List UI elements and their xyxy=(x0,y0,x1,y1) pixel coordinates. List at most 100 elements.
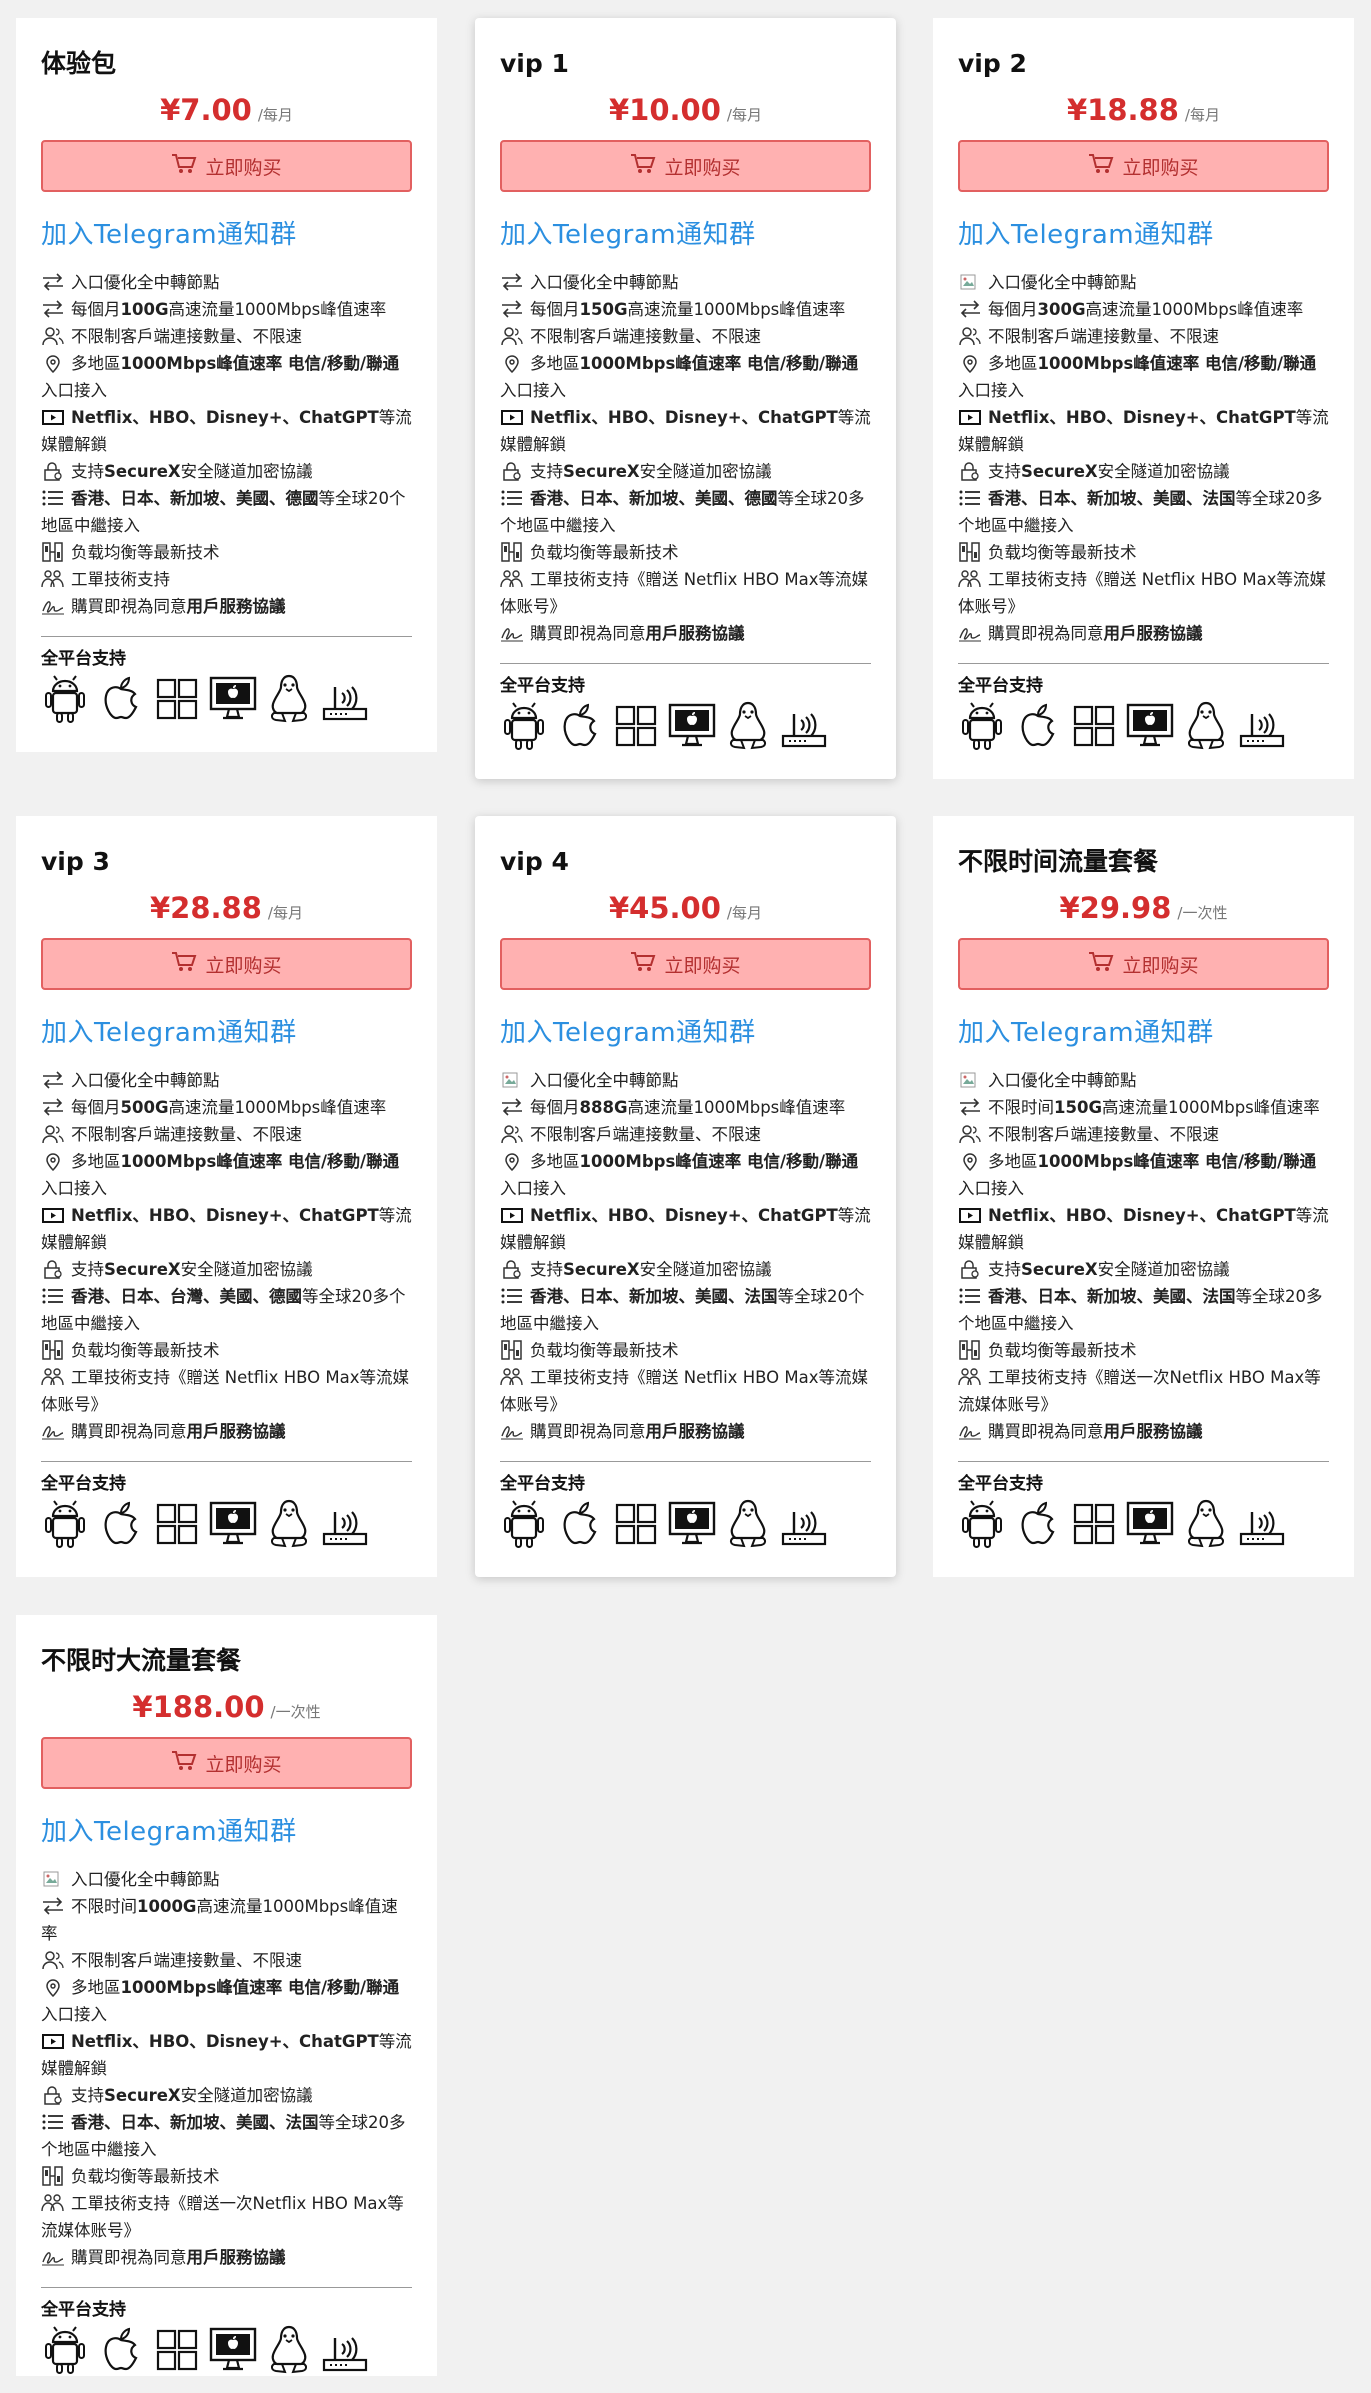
feature-item: Netflix、HBO、Disney+、ChatGPT等流媒體解鎖 xyxy=(41,404,412,458)
buy-now-button[interactable]: 立即购买 xyxy=(500,938,871,990)
feature-text: 支持 xyxy=(530,462,563,481)
feature-item: 不限制客戶端連接數量、不限速 xyxy=(500,1121,871,1148)
cart-icon xyxy=(171,1750,197,1777)
mac-desktop-icon xyxy=(668,1498,716,1548)
feature-text: 1000Mbps峰值速率 电信/移動/聯通 xyxy=(120,1978,400,1997)
balance-icon xyxy=(500,542,526,562)
feature-text: 用戶服務協議 xyxy=(186,1422,286,1441)
feature-text: 入口接入 xyxy=(500,381,566,400)
platform-support-title: 全平台支持 xyxy=(41,649,126,669)
video-icon xyxy=(41,407,67,427)
android-icon xyxy=(41,1498,89,1548)
feature-text: 不限制客戶端連接數量、不限速 xyxy=(71,327,302,346)
sign-icon xyxy=(958,1421,984,1441)
buy-now-button[interactable]: 立即购买 xyxy=(500,140,871,192)
telegram-group-link[interactable]: 加入Telegram通知群 xyxy=(41,214,412,251)
feature-text: 安全隧道加密協議 xyxy=(639,1260,772,1279)
android-icon xyxy=(41,673,89,723)
feature-text: 購買即視為同意 xyxy=(988,624,1104,643)
mac-desktop-icon xyxy=(209,1498,257,1548)
telegram-group-link[interactable]: 加入Telegram通知群 xyxy=(41,1012,412,1049)
buy-now-button[interactable]: 立即购买 xyxy=(41,140,412,192)
price-row: ¥45.00/每月 xyxy=(500,886,871,930)
list-icon xyxy=(958,1286,984,1306)
feature-item: 工單技術支持《贈送 Netflix HBO Max等流媒体账号》 xyxy=(500,1364,871,1418)
feature-text: 用戶服務協議 xyxy=(645,1422,745,1441)
platform-support-title: 全平台支持 xyxy=(41,2300,126,2320)
plan-price: ¥7.00 xyxy=(160,93,252,127)
location-icon xyxy=(958,1151,984,1172)
feature-text: 香港、日本、台灣、美國、德國 xyxy=(71,1287,302,1306)
feature-text: 支持 xyxy=(530,1260,563,1279)
feature-item: 多地區1000Mbps峰值速率 电信/移動/聯通入口接入 xyxy=(500,350,871,404)
plan-card: 体验包 ¥7.00/每月 立即购买 加入Telegram通知群 入口優化全中轉節… xyxy=(16,18,437,752)
feature-text: 负载均衡等最新技术 xyxy=(71,1341,220,1360)
platform-icons xyxy=(41,1498,412,1548)
telegram-group-link[interactable]: 加入Telegram通知群 xyxy=(958,1012,1329,1049)
lock-icon xyxy=(958,1259,984,1279)
feature-item: 每個月888G高速流量1000Mbps峰值速率 xyxy=(500,1094,871,1121)
lock-icon xyxy=(41,2085,67,2105)
video-icon xyxy=(500,407,526,427)
telegram-group-link[interactable]: 加入Telegram通知群 xyxy=(41,1811,412,1848)
plan-card: vip 3 ¥28.88/每月 立即购买 加入Telegram通知群 入口優化全… xyxy=(16,816,437,1577)
apple-icon xyxy=(97,2324,145,2374)
feature-item: 支持SecureX安全隧道加密協議 xyxy=(41,2082,412,2109)
router-icon xyxy=(780,700,828,750)
telegram-group-link[interactable]: 加入Telegram通知群 xyxy=(958,214,1329,251)
feature-item: 不限制客戶端連接數量、不限速 xyxy=(41,323,412,350)
feature-text: 支持 xyxy=(71,1260,104,1279)
plan-period: /每月 xyxy=(257,106,293,124)
plan-title: vip 3 xyxy=(41,847,110,876)
cart-icon xyxy=(1088,153,1114,180)
users-icon xyxy=(41,326,67,346)
feature-text: 工單技術支持 xyxy=(71,570,170,589)
feature-item: 多地區1000Mbps峰值速率 电信/移動/聯通入口接入 xyxy=(41,350,412,404)
switch-icon xyxy=(41,1097,67,1117)
lock-icon xyxy=(41,1259,67,1279)
feature-item: 不限时间1000G高速流量1000Mbps峰值速率 xyxy=(41,1893,412,1947)
balance-icon xyxy=(958,1340,984,1360)
divider xyxy=(958,1461,1329,1462)
divider xyxy=(41,636,412,637)
plan-card: vip 2 ¥18.88/每月 立即购买 加入Telegram通知群 入口優化全… xyxy=(933,18,1354,779)
location-icon xyxy=(41,1977,67,1998)
feature-item: Netflix、HBO、Disney+、ChatGPT等流媒體解鎖 xyxy=(41,1202,412,1256)
balance-icon xyxy=(41,2166,67,2186)
feature-text: 1000Mbps峰值速率 电信/移動/聯通 xyxy=(1037,1152,1317,1171)
feature-item: 香港、日本、新加坡、美國、法国等全球20多个地區中繼接入 xyxy=(958,1283,1329,1337)
feature-text: 工單技術支持《贈送一次Netflix HBO Max等流媒体账号》 xyxy=(958,1368,1321,1414)
feature-text: 入口接入 xyxy=(500,1179,566,1198)
broken-image-icon xyxy=(958,272,984,292)
feature-item: 入口優化全中轉節點 xyxy=(41,269,412,296)
feature-text: 150G xyxy=(579,300,628,319)
buy-now-button[interactable]: 立即购买 xyxy=(41,938,412,990)
linux-icon xyxy=(265,1498,313,1548)
windows-icon xyxy=(1070,1498,1118,1548)
feature-text: Netflix、HBO、Disney+、ChatGPT xyxy=(71,1206,379,1225)
feature-item: 多地區1000Mbps峰值速率 电信/移動/聯通入口接入 xyxy=(41,1974,412,2028)
buy-now-button[interactable]: 立即购买 xyxy=(958,140,1329,192)
feature-item: 支持SecureX安全隧道加密協議 xyxy=(500,1256,871,1283)
buy-now-button[interactable]: 立即购买 xyxy=(958,938,1329,990)
feature-item: 不限制客戶端連接數量、不限速 xyxy=(958,1121,1329,1148)
telegram-group-link[interactable]: 加入Telegram通知群 xyxy=(500,1012,871,1049)
telegram-group-link[interactable]: 加入Telegram通知群 xyxy=(500,214,871,251)
feature-item: 購買即視為同意用戶服務協議 xyxy=(500,620,871,647)
feature-list: 入口優化全中轉節點 每個月300G高速流量1000Mbps峰值速率 不限制客戶端連接… xyxy=(958,269,1329,647)
feature-text: Netflix、HBO、Disney+、ChatGPT xyxy=(71,2032,379,2051)
feature-text: 購買即視為同意 xyxy=(71,2248,187,2267)
windows-icon xyxy=(1070,700,1118,750)
feature-text: 多地區 xyxy=(71,1152,121,1171)
users-icon xyxy=(41,1124,67,1144)
divider xyxy=(958,663,1329,664)
buy-now-button[interactable]: 立即购买 xyxy=(41,1737,412,1789)
plan-title: 不限时大流量套餐 xyxy=(41,1646,242,1675)
lock-icon xyxy=(500,1259,526,1279)
feature-text: 安全隧道加密協議 xyxy=(639,462,772,481)
feature-text: 用戶服務協議 xyxy=(186,597,286,616)
feature-list: 入口優化全中轉節點 每個月888G高速流量1000Mbps峰值速率 不限制客戶端連接… xyxy=(500,1067,871,1445)
feature-text: 1000Mbps峰值速率 电信/移動/聯通 xyxy=(579,1152,859,1171)
feature-text: 负载均衡等最新技术 xyxy=(71,2167,220,2186)
feature-item: 支持SecureX安全隧道加密協議 xyxy=(41,458,412,485)
